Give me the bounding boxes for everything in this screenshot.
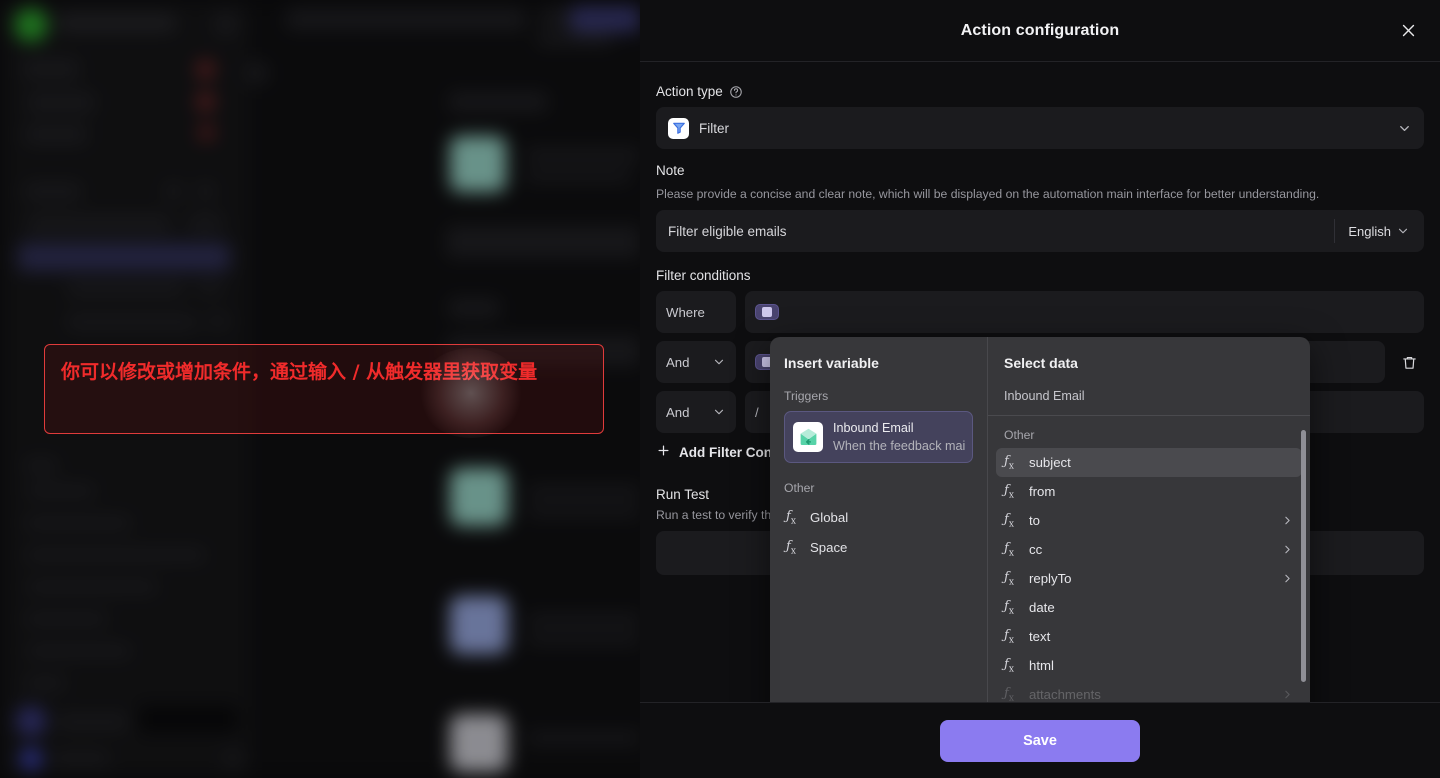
select-data-item-text[interactable]: ƒx text [996,622,1302,651]
conjunction-select[interactable]: And [656,391,736,434]
fx-icon: ƒx [1004,627,1014,646]
slash-trigger-text: / [755,404,759,420]
note-label: Note [656,163,1424,178]
screen: Action configuration Action type Filter … [0,0,1440,778]
conjunction-label: And [666,404,690,420]
note-description: Please provide a concise and clear note,… [656,187,1320,201]
select-data-item-label: cc [1029,542,1043,557]
note-language-select[interactable]: English [1334,219,1424,244]
fx-icon: ƒx [1004,598,1014,617]
fx-icon: ƒx [1004,685,1014,702]
select-data-item-html[interactable]: ƒx html [996,651,1302,680]
note-input-wrapper[interactable]: Filter eligible emails English [656,210,1424,253]
question-circle-icon[interactable] [729,85,743,99]
modal-footer: Save [640,702,1440,778]
note-label-text: Note [656,163,685,178]
chevron-right-icon [1281,572,1294,585]
variable-item-global[interactable]: ƒx Global [784,503,973,533]
note-language-value: English [1348,223,1391,239]
filter-app-icon [668,117,689,139]
trigger-item-inbound-email[interactable]: Inbound Email When the feedback mai [784,411,973,463]
note-input[interactable]: Filter eligible emails [656,224,1334,239]
select-data-list: Other ƒx subject ƒx from ƒx to ƒx cc ƒx … [988,416,1310,702]
select-data-item-label: to [1029,513,1040,528]
fx-icon: ƒx [1004,540,1014,559]
annotation-callout: 你可以修改或增加条件，通过输入 / 从触发器里获取变量 [44,344,604,438]
action-configuration-modal: Action configuration Action type Filter … [640,0,1440,778]
select-data-item-replyto[interactable]: ƒx replyTo [996,564,1302,593]
chevron-down-icon [1397,121,1412,136]
fx-icon: ƒx [1004,569,1014,588]
fx-icon: ƒx [1004,511,1014,530]
select-data-item-to[interactable]: ƒx to [996,506,1302,535]
select-data-item-cc[interactable]: ƒx cc [996,535,1302,564]
action-type-label-text: Action type [656,84,723,99]
chevron-right-icon [1281,688,1294,701]
chevron-right-icon [1281,514,1294,527]
variable-item-label: Global [810,510,849,526]
conjunction-label: And [666,354,690,370]
filter-condition-row: Where [656,291,1424,334]
variable-item-space[interactable]: ƒx Space [784,533,973,563]
insert-variable-panel: Insert variable Triggers Inbound Email W… [770,337,988,702]
plus-icon [656,443,671,461]
chevron-right-icon [1281,543,1294,556]
select-data-item-label: text [1029,629,1051,644]
conjunction-label: Where [666,304,705,320]
select-data-source: Inbound Email [988,389,1310,416]
select-data-group-label: Other [1004,428,1035,442]
select-data-item-label: subject [1029,455,1071,470]
variable-tag-icon [762,307,772,318]
select-data-item-label: date [1029,600,1055,615]
select-data-item-from[interactable]: ƒx from [996,477,1302,506]
variable-tag[interactable] [755,304,779,321]
select-data-scrollbar[interactable] [1301,430,1306,682]
fx-icon: ƒx [786,509,796,527]
select-data-item-label: from [1029,484,1056,499]
modal-header: Action configuration [640,0,1440,62]
conjunction-where: Where [656,291,736,334]
trash-icon[interactable] [1394,347,1424,377]
inbound-email-icon [793,422,823,452]
select-data-item-date[interactable]: ƒx date [996,593,1302,622]
fx-icon: ƒx [1004,482,1014,501]
select-data-item-attachments[interactable]: ƒx attachments [996,680,1302,702]
trigger-item-description: When the feedback mai [833,439,966,453]
action-type-value: Filter [699,120,729,136]
annotation-text: 你可以修改或增加条件，通过输入 / 从触发器里获取变量 [61,361,538,383]
fx-icon: ƒx [786,538,796,557]
modal-body: Action type Filter Note Please provide a… [640,62,1440,702]
insert-variable-title: Insert variable [784,355,879,371]
triggers-group-label: Triggers [784,389,829,403]
variable-item-label: Space [810,539,848,555]
select-data-item-label: replyTo [1029,571,1072,586]
close-icon[interactable] [1394,17,1422,45]
select-data-item-label: html [1029,658,1054,673]
trigger-item-name: Inbound Email [833,421,914,435]
condition-expression-input[interactable] [745,291,1424,334]
fx-icon: ƒx [1004,453,1014,472]
select-data-panel: Select data Inbound Email Other ƒx subje… [988,337,1310,702]
action-type-label: Action type [656,84,1424,99]
insert-variable-popover: Insert variable Triggers Inbound Email W… [770,337,1310,702]
other-group-label: Other [784,481,815,495]
conjunction-select[interactable]: And [656,341,736,384]
select-data-item-subject[interactable]: ƒx subject [996,448,1302,477]
save-button[interactable]: Save [940,719,1140,762]
select-data-item-label: attachments [1029,687,1101,702]
action-type-select[interactable]: Filter [656,107,1424,149]
page-title: Action configuration [960,21,1120,39]
select-data-title: Select data [1004,355,1078,371]
fx-icon: ƒx [1004,656,1014,675]
filter-conditions-label: Filter conditions [656,268,751,284]
